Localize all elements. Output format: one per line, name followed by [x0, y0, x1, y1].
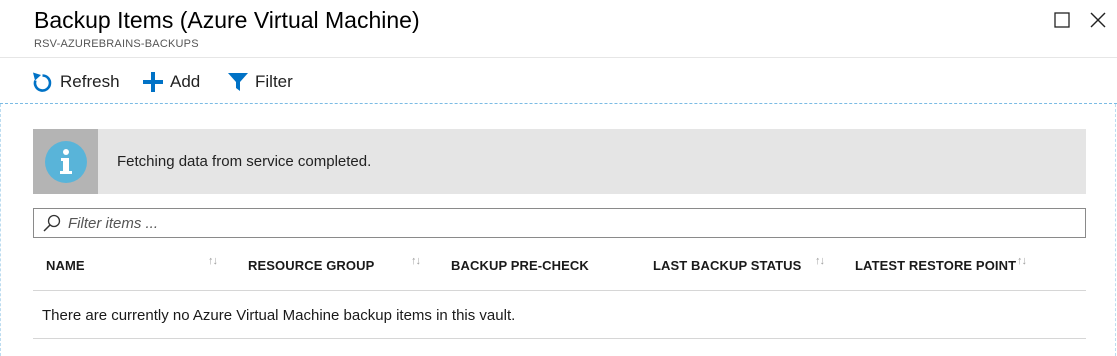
refresh-label: Refresh [60, 72, 120, 91]
info-notification: Fetching data from service completed. [33, 129, 1086, 194]
filter-label: Filter [255, 72, 293, 91]
filter-items-box[interactable] [33, 208, 1086, 238]
column-header-backup-pre-check[interactable]: BACKUP PRE-CHECK [451, 258, 589, 273]
blade-header: Backup Items (Azure Virtual Machine) RSV… [0, 0, 1117, 58]
command-bar: Refresh Add Filter [0, 58, 1117, 104]
funnel-icon [228, 73, 248, 91]
maximize-button[interactable] [1052, 10, 1072, 30]
filter-button[interactable]: Filter [228, 70, 293, 94]
sort-icon[interactable]: ↑↓ [411, 255, 421, 267]
maximize-icon [1054, 12, 1070, 28]
refresh-button[interactable]: Refresh [32, 70, 120, 94]
sort-icon[interactable]: ↑↓ [208, 255, 218, 267]
add-button[interactable]: Add [143, 70, 200, 94]
column-header-name[interactable]: NAME [46, 258, 85, 273]
filter-items-input[interactable] [68, 214, 968, 232]
column-header-latest-restore-point[interactable]: LATEST RESTORE POINT [855, 258, 1016, 273]
column-header-last-backup-status[interactable]: LAST BACKUP STATUS [653, 258, 801, 273]
search-icon [43, 214, 61, 232]
page-title: Backup Items (Azure Virtual Machine) [34, 7, 420, 33]
sort-icon[interactable]: ↑↓ [815, 255, 825, 267]
empty-state-row: There are currently no Azure Virtual Mac… [33, 291, 1086, 339]
sort-icon[interactable]: ↑↓ [1017, 255, 1027, 267]
column-header-resource-group[interactable]: RESOURCE GROUP [248, 258, 374, 273]
page-subtitle: RSV-AZUREBRAINS-BACKUPS [34, 38, 199, 50]
info-message: Fetching data from service completed. [117, 153, 372, 170]
content-border-left [0, 104, 1, 356]
grid-header: NAME ↑↓ RESOURCE GROUP ↑↓ BACKUP PRE-CHE… [33, 246, 1086, 291]
plus-icon [143, 72, 163, 92]
add-label: Add [170, 72, 201, 91]
close-icon [1090, 12, 1106, 28]
info-icon-container [33, 129, 98, 194]
refresh-icon [33, 72, 52, 92]
content-border-right [1115, 104, 1116, 356]
close-button[interactable] [1088, 10, 1108, 30]
info-icon [44, 140, 87, 183]
empty-state-message: There are currently no Azure Virtual Mac… [42, 307, 516, 324]
